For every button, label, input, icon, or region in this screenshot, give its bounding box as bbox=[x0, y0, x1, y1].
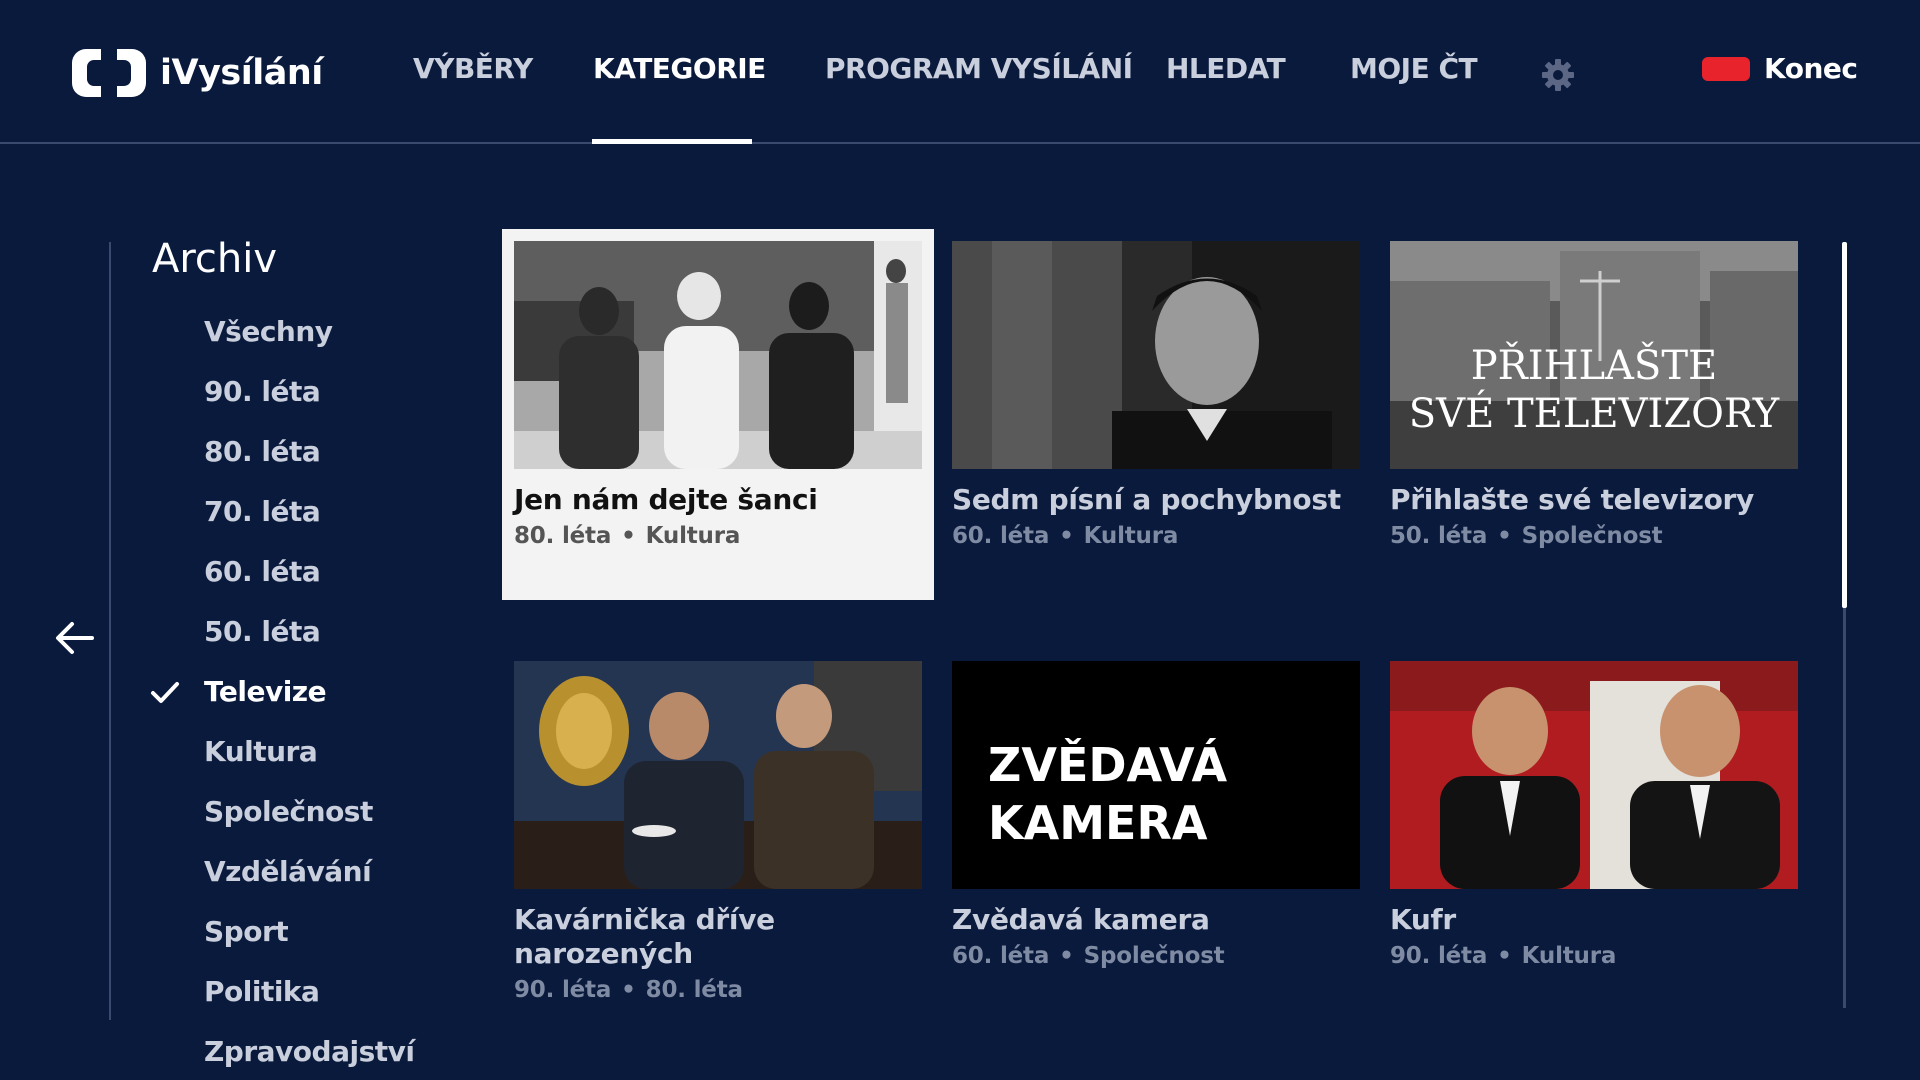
thumbnail-caption: KAMERA bbox=[988, 796, 1208, 850]
program-tag: Společnost bbox=[1521, 523, 1663, 549]
program-tag: 60. léta bbox=[952, 523, 1050, 549]
separator-dot: • bbox=[621, 523, 636, 549]
program-tag: 90. léta bbox=[514, 977, 612, 1003]
separator-dot: • bbox=[1059, 523, 1074, 549]
program-title: Kufr bbox=[1390, 903, 1456, 936]
app-title: iVysílání bbox=[160, 53, 323, 93]
program-thumbnail bbox=[514, 241, 922, 469]
exit-button[interactable]: Konec bbox=[1702, 52, 1858, 85]
category-item-zpravodajstvi[interactable]: Zpravodajství bbox=[204, 1035, 415, 1068]
program-tag: 80. léta bbox=[514, 523, 612, 549]
red-button-icon bbox=[1702, 56, 1750, 81]
separator-dot: • bbox=[1497, 943, 1512, 969]
category-item-90-leta[interactable]: 90. léta bbox=[204, 375, 321, 408]
program-tag: Kultura bbox=[645, 523, 741, 549]
tab-hledat[interactable]: HLEDAT bbox=[1166, 52, 1286, 85]
category-item-80-leta[interactable]: 80. léta bbox=[204, 435, 321, 468]
program-thumbnail bbox=[1390, 661, 1798, 889]
category-item-60-leta[interactable]: 60. léta bbox=[204, 555, 321, 588]
program-card[interactable]: ZVĚDAVÁ KAMERA Zvědavá kamera 60. léta • S… bbox=[952, 661, 1360, 969]
program-card[interactable]: PŘIHLAŠTE SVÉ TELEVIZORY Přihlašte své t… bbox=[1390, 241, 1798, 549]
program-tag: Společnost bbox=[1083, 943, 1225, 969]
thumbnail-caption: ZVĚDAVÁ bbox=[988, 738, 1228, 792]
exit-label: Konec bbox=[1764, 52, 1858, 85]
program-title: Přihlašte své televizory bbox=[1390, 483, 1755, 516]
program-tag: Kultura bbox=[1521, 943, 1617, 969]
tab-kategorie[interactable]: KATEGORIE bbox=[593, 52, 766, 85]
program-card[interactable]: Jen nám dejte šanci 80. léta • Kultura bbox=[502, 229, 934, 600]
category-item-kultura[interactable]: Kultura bbox=[204, 735, 318, 768]
tab-moje-ct[interactable]: MOJE ČT bbox=[1350, 52, 1478, 85]
program-meta: 90. léta • Kultura bbox=[1390, 943, 1798, 969]
program-title: Sedm písní a pochybnost bbox=[952, 483, 1341, 516]
ct-logo: iVysílání bbox=[72, 49, 323, 97]
category-item-spolecnost[interactable]: Společnost bbox=[204, 795, 373, 828]
program-thumbnail bbox=[952, 241, 1360, 469]
active-tab-indicator bbox=[592, 139, 752, 144]
category-item-vsechny[interactable]: Všechny bbox=[204, 315, 333, 348]
program-tag: 90. léta bbox=[1390, 943, 1488, 969]
thumbnail-caption: SVÉ TELEVIZORY bbox=[1409, 390, 1780, 437]
program-tag: 80. léta bbox=[645, 977, 743, 1003]
top-nav-bar: iVysílání VÝBĚRY KATEGORIE PROGRAM VYSÍL… bbox=[0, 0, 1920, 144]
thumbnail-caption: PŘIHLAŠTE bbox=[1471, 342, 1717, 389]
program-tag: Kultura bbox=[1083, 523, 1179, 549]
tab-vybery[interactable]: VÝBĚRY bbox=[413, 52, 533, 85]
separator-dot: • bbox=[621, 977, 636, 1003]
program-meta: 60. léta • Kultura bbox=[952, 523, 1360, 549]
arrow-left-icon[interactable] bbox=[54, 620, 94, 656]
program-meta: 60. léta • Společnost bbox=[952, 943, 1360, 969]
tab-program-vysilani[interactable]: PROGRAM VYSÍLÁNÍ bbox=[825, 52, 1133, 85]
program-title: Kavárnička dříve narozených bbox=[514, 903, 775, 970]
program-tag: 50. léta bbox=[1390, 523, 1488, 549]
program-thumbnail: ZVĚDAVÁ KAMERA bbox=[952, 661, 1360, 889]
sidebar-divider bbox=[109, 242, 111, 1020]
program-meta: 80. léta • Kultura bbox=[514, 523, 922, 549]
program-card[interactable]: Kavárnička dříve narozených 90. léta • 80.… bbox=[514, 661, 922, 1003]
category-item-50-leta[interactable]: 50. léta bbox=[204, 615, 321, 648]
program-meta: 50. léta • Společnost bbox=[1390, 523, 1798, 549]
category-item-vzdelavani[interactable]: Vzdělávání bbox=[204, 855, 372, 888]
category-item-sport[interactable]: Sport bbox=[204, 915, 289, 948]
check-icon bbox=[150, 680, 180, 706]
separator-dot: • bbox=[1059, 943, 1074, 969]
program-thumbnail bbox=[514, 661, 922, 889]
category-item-televize[interactable]: Televize bbox=[204, 675, 327, 708]
separator-dot: • bbox=[1497, 523, 1512, 549]
scrollbar-thumb[interactable] bbox=[1842, 242, 1847, 608]
ct-logo-icon bbox=[72, 49, 146, 97]
program-card[interactable]: Sedm písní a pochybnost 60. léta • Kultura bbox=[952, 241, 1360, 549]
program-meta: 90. léta • 80. léta bbox=[514, 977, 922, 1003]
category-item-politika[interactable]: Politika bbox=[204, 975, 320, 1008]
gear-icon[interactable] bbox=[1541, 58, 1575, 92]
program-thumbnail: PŘIHLAŠTE SVÉ TELEVIZORY bbox=[1390, 241, 1798, 469]
program-tag: 60. léta bbox=[952, 943, 1050, 969]
category-item-70-leta[interactable]: 70. léta bbox=[204, 495, 321, 528]
program-title: Jen nám dejte šanci bbox=[514, 483, 818, 516]
sidebar-title: Archiv bbox=[152, 236, 278, 282]
program-card[interactable]: Kufr 90. léta • Kultura bbox=[1390, 661, 1798, 969]
program-title: Zvědavá kamera bbox=[952, 903, 1210, 936]
